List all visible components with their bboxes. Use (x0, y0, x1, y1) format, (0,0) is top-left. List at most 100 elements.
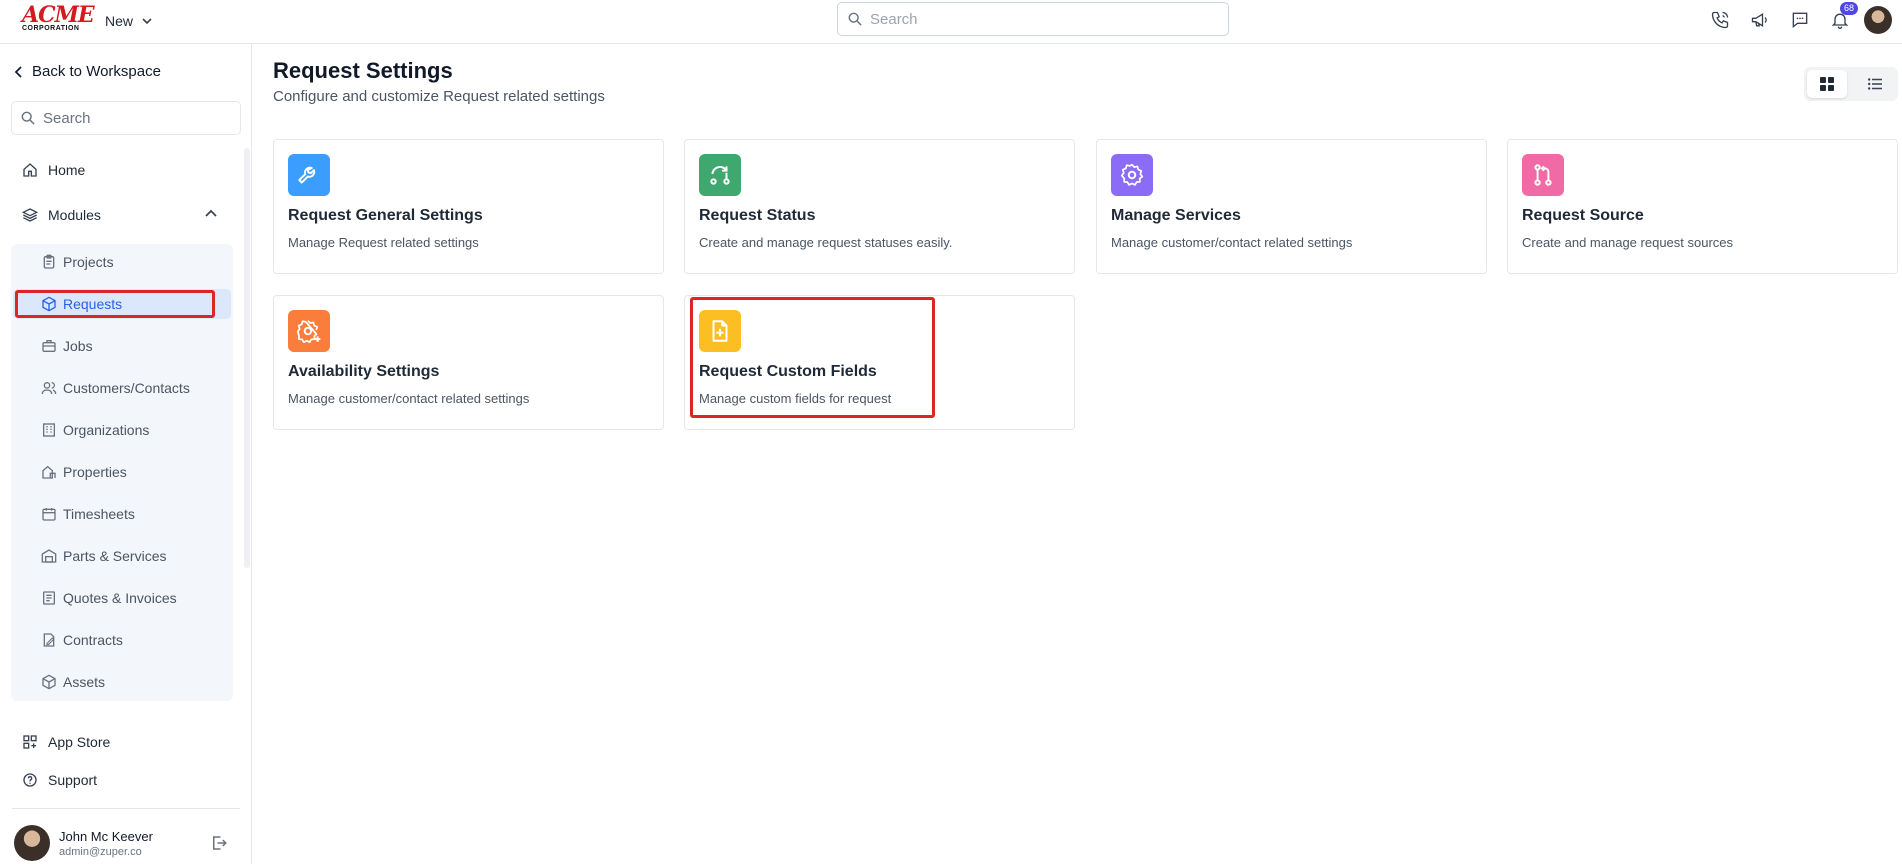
sidebar-item-label: Modules (48, 207, 101, 223)
sidebar-item-label: Projects (63, 254, 114, 270)
sidebar-item-label: Properties (63, 464, 127, 480)
grid-icon (1820, 77, 1834, 91)
back-to-workspace-link[interactable]: Back to Workspace (14, 63, 161, 80)
card-manage-services[interactable]: Manage Services Manage customer/contact r… (1096, 139, 1487, 274)
card-description: Manage customer/contact related settings (288, 391, 530, 406)
card-request-status[interactable]: Request Status Create and manage request … (684, 139, 1075, 274)
megaphone-icon[interactable] (1748, 8, 1772, 32)
sidebar-item-quotes-invoices[interactable]: Quotes & Invoices (13, 583, 231, 613)
sidebar-item-label: Parts & Services (63, 548, 167, 564)
sidebar-item-label: Quotes & Invoices (63, 590, 177, 606)
sidebar-divider (12, 808, 240, 809)
gear-icon (1111, 154, 1153, 196)
bell-icon[interactable]: 68 (1828, 2, 1859, 32)
sidebar: Back to Workspace Home Modules Projects R… (0, 44, 252, 864)
property-icon (42, 465, 56, 479)
card-description: Manage Request related settings (288, 235, 479, 250)
status-flow-icon (699, 154, 741, 196)
clipboard-icon (43, 254, 55, 269)
user-profile[interactable]: John Mc Keever admin@zuper.co (14, 825, 242, 863)
users-icon (41, 382, 57, 395)
sidebar-item-requests[interactable]: Requests (13, 289, 231, 319)
sidebar-search-input[interactable] (43, 109, 233, 127)
grid-view-button[interactable] (1807, 70, 1847, 98)
sidebar-item-modules[interactable]: Modules (22, 207, 101, 223)
briefcase-icon (42, 340, 56, 352)
sidebar-item-properties[interactable]: Properties (13, 457, 231, 487)
card-title: Availability Settings (288, 363, 440, 380)
git-branch-icon (1522, 154, 1564, 196)
sidebar-item-contracts[interactable]: Contracts (13, 625, 231, 655)
calendar-icon (42, 508, 56, 521)
sidebar-item-label: Support (48, 772, 98, 788)
card-request-source[interactable]: Request Source Create and manage request … (1507, 139, 1898, 274)
card-description: Manage customer/contact related settings (1111, 235, 1353, 250)
apps-icon (23, 735, 37, 749)
highlight-box (690, 297, 935, 418)
sidebar-item-jobs[interactable]: Jobs (13, 331, 231, 361)
card-title: Request Status (699, 207, 816, 224)
user-name: John Mc Keever (59, 829, 153, 844)
sidebar-item-label: Organizations (63, 422, 150, 438)
logout-icon[interactable] (210, 834, 228, 852)
invoice-icon (43, 591, 55, 605)
sidebar-item-home[interactable]: Home (22, 162, 85, 178)
list-view-button[interactable] (1855, 70, 1895, 98)
chat-icon[interactable] (1788, 8, 1812, 32)
sidebar-item-parts-services[interactable]: Parts & Services (13, 541, 231, 571)
card-description: Create and manage request sources (1522, 235, 1734, 250)
card-availability-settings[interactable]: Availability Settings Manage customer/con… (273, 295, 664, 430)
warehouse-icon (41, 549, 57, 563)
card-title: Manage Services (1111, 207, 1241, 224)
page-title: Request Settings (273, 58, 453, 83)
sidebar-item-projects[interactable]: Projects (13, 247, 231, 277)
sidebar-item-label: Assets (63, 674, 106, 690)
building-icon (43, 423, 55, 437)
sidebar-item-label: Timesheets (63, 506, 135, 522)
sidebar-item-timesheets[interactable]: Timesheets (13, 499, 231, 529)
sidebar-item-label: Home (48, 162, 86, 178)
highlight-box (15, 290, 215, 318)
global-search[interactable] (837, 2, 1229, 36)
card-description: Create and manage request statuses easil… (699, 235, 953, 250)
sidebar-item-label: App Store (48, 734, 111, 750)
help-circle-icon (23, 773, 37, 787)
page-subtitle: Configure and customize Request related … (273, 88, 605, 105)
user-email: admin@zuper.co (59, 846, 142, 858)
view-toggle (1804, 67, 1898, 101)
sidebar-item-assets[interactable]: Assets (13, 667, 231, 697)
back-to-workspace-label: Back to Workspace (32, 63, 161, 80)
sidebar-scrollbar[interactable] (244, 148, 250, 568)
chevron-left-icon (14, 65, 22, 78)
card-title: Request General Settings (288, 207, 483, 224)
user-avatar-top[interactable] (1864, 6, 1892, 34)
sidebar-item-support[interactable]: Support (22, 772, 97, 788)
modules-list: Projects Requests Jobs Customers/Contacts Or… (11, 244, 233, 701)
sidebar-search[interactable] (11, 101, 241, 135)
sidebar-item-customers-contacts[interactable]: Customers/Contacts (13, 373, 231, 403)
card-request-general-settings[interactable]: Request General Settings Manage Request r… (273, 139, 664, 274)
wrench-icon (288, 154, 330, 196)
acme-logo[interactable]: ACME CORPORATION (22, 4, 95, 32)
chevron-down-icon (142, 18, 152, 25)
list-icon (1868, 78, 1882, 90)
sidebar-item-app-store[interactable]: App Store (22, 734, 110, 750)
search-icon (21, 111, 35, 125)
home-icon (23, 163, 37, 177)
sidebar-item-label: Jobs (63, 338, 93, 354)
sidebar-item-organizations[interactable]: Organizations (13, 415, 231, 445)
chevron-up-icon[interactable] (204, 207, 218, 221)
avatar (14, 825, 50, 861)
sidebar-item-label: Contracts (63, 632, 123, 648)
gear-plus-icon (288, 310, 330, 352)
card-title: Request Source (1522, 207, 1644, 224)
card-request-custom-fields[interactable]: Request Custom Fields Manage custom field… (684, 295, 1075, 430)
top-bar: ACME CORPORATION New 68 (0, 0, 1902, 44)
search-icon (848, 12, 862, 26)
notification-badge: 68 (1840, 2, 1859, 15)
new-button[interactable]: New (105, 10, 153, 32)
global-search-input[interactable] (870, 10, 1210, 28)
phone-icon[interactable] (1708, 8, 1732, 32)
new-button-label: New (105, 13, 134, 29)
contract-icon (43, 633, 55, 647)
